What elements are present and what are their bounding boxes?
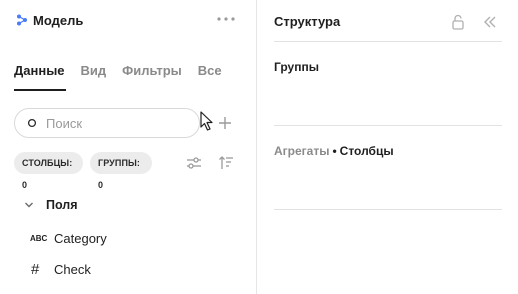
fields-section-label: Поля — [46, 198, 78, 212]
tab-view[interactable]: Вид — [81, 60, 107, 82]
active-tab-indicator — [14, 89, 66, 91]
tab-bar: Данные Вид Фильтры Все — [14, 60, 238, 90]
app-root: Модель Данные Вид Фильтры Все Поиск СТОЛ… — [0, 0, 518, 294]
field-label: Check — [54, 261, 91, 277]
lock-icon[interactable] — [451, 14, 465, 30]
sort-icon[interactable] — [218, 155, 234, 171]
groups-divider — [274, 125, 502, 126]
chevron-down-icon — [25, 202, 33, 208]
aggregates-tab[interactable]: Агрегаты — [274, 144, 329, 158]
mouse-pointer-icon — [200, 111, 213, 131]
model-title: Модель — [33, 12, 84, 28]
search-icon — [27, 118, 37, 128]
fields-section-header[interactable]: Поля — [24, 196, 78, 214]
double-chevron-left-icon[interactable] — [482, 14, 498, 30]
model-panel: Модель Данные Вид Фильтры Все Поиск СТОЛ… — [0, 0, 256, 294]
tab-all[interactable]: Все — [198, 60, 222, 82]
search-input[interactable] — [46, 115, 186, 131]
model-header: Модель — [16, 11, 83, 29]
columns-divider — [274, 209, 502, 210]
plus-icon — [219, 117, 231, 129]
structure-title: Структура — [274, 14, 341, 29]
columns-tab[interactable]: Столбцы — [340, 144, 394, 158]
model-icon — [17, 14, 27, 26]
more-dots-icon — [217, 17, 235, 21]
tab-data[interactable]: Данные — [14, 60, 65, 82]
add-field-button[interactable] — [216, 114, 234, 132]
tab-filters[interactable]: Фильтры — [122, 60, 182, 82]
separator-dot: • — [332, 144, 337, 158]
aggregates-columns-header: Агрегаты • Столбцы — [274, 144, 394, 158]
header-divider — [274, 41, 502, 42]
sliders-icon[interactable] — [186, 155, 202, 171]
groups-section-title: Группы — [274, 60, 319, 74]
field-label: Category — [54, 230, 107, 246]
number-type-icon: # — [31, 260, 40, 278]
panel-divider — [256, 0, 257, 294]
more-button[interactable] — [214, 11, 238, 27]
string-type-icon: ABC — [30, 233, 48, 243]
groups-count-chip[interactable]: ГРУППЫ: 0 — [90, 152, 152, 190]
search-box[interactable] — [14, 108, 200, 138]
field-item-category[interactable]: ABC Category — [30, 229, 107, 247]
columns-count-chip[interactable]: СТОЛБЦЫ: 0 — [14, 152, 83, 190]
field-item-check[interactable]: # Check — [30, 260, 91, 278]
